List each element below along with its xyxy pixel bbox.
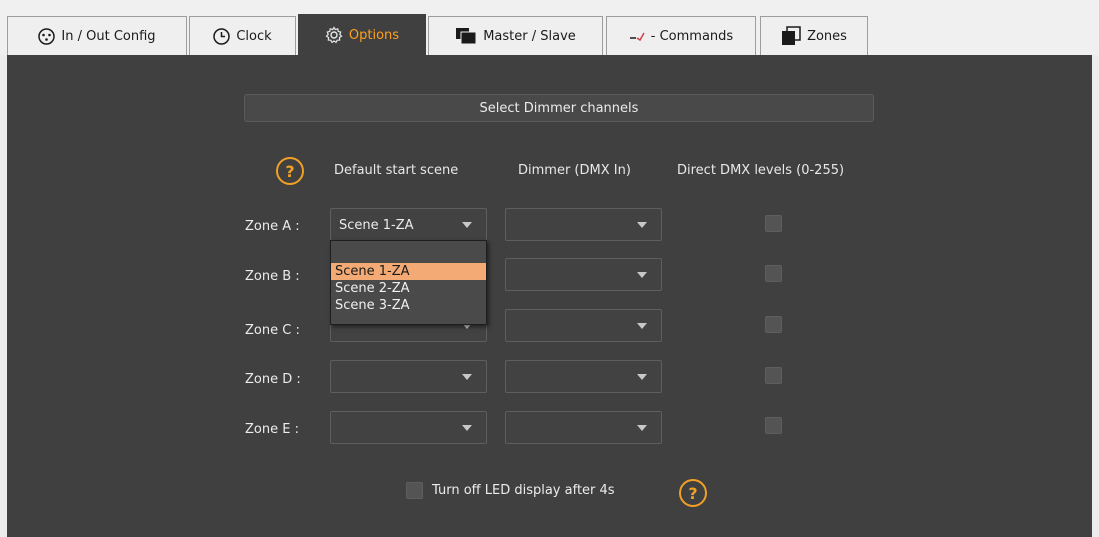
- zone-c-direct-dmx-checkbox[interactable]: [765, 316, 782, 333]
- zone-e-dimmer-select[interactable]: [505, 411, 662, 444]
- tab-clock[interactable]: Clock: [189, 16, 296, 55]
- zone-a-dimmer-select[interactable]: [505, 208, 662, 241]
- zone-e-direct-dmx-checkbox[interactable]: [765, 417, 782, 434]
- zone-c-dimmer-select[interactable]: [505, 309, 662, 342]
- zone-a-label: Zone A :: [245, 219, 300, 234]
- zones-icon: [782, 26, 801, 45]
- zone-a-start-scene-select[interactable]: Scene 1-ZA: [330, 208, 487, 241]
- dropdown-option-scene-1[interactable]: Scene 1-ZA: [331, 263, 486, 280]
- gear-icon: [325, 26, 343, 44]
- tab-in-out-config[interactable]: In / Out Config: [7, 16, 187, 55]
- tab-label: In / Out Config: [61, 28, 156, 44]
- tab-commands[interactable]: - Commands: [606, 16, 756, 55]
- chevron-down-icon: [462, 425, 472, 431]
- chevron-down-icon: [462, 222, 472, 228]
- chevron-down-icon: [637, 425, 647, 431]
- tab-options[interactable]: Options: [298, 14, 426, 55]
- chevron-down-icon: [637, 374, 647, 380]
- select-dimmer-channels-button[interactable]: Select Dimmer channels: [244, 94, 874, 122]
- chevron-down-icon: [637, 272, 647, 278]
- xlr-connector-icon: [38, 27, 56, 45]
- dropdown-option-empty[interactable]: [331, 245, 486, 262]
- scene-dropdown-list: Scene 1-ZA Scene 2-ZA Scene 3-ZA: [330, 240, 487, 325]
- turn-off-led-checkbox[interactable]: [406, 482, 423, 499]
- dropdown-option-scene-3[interactable]: Scene 3-ZA: [331, 297, 486, 314]
- zone-d-label: Zone D :: [245, 372, 301, 387]
- dropdown-option-scene-2[interactable]: Scene 2-ZA: [331, 280, 486, 297]
- chevron-down-icon: [462, 374, 472, 380]
- tab-bar: In / Out Config Clock Options Master / S…: [0, 0, 1099, 55]
- column-header-direct-dmx: Direct DMX levels (0-255): [677, 163, 845, 178]
- turn-off-led-label: Turn off LED display after 4s: [432, 483, 615, 498]
- help-icon[interactable]: ?: [679, 479, 707, 507]
- chevron-down-icon: [637, 222, 647, 228]
- zone-b-dimmer-select[interactable]: [505, 258, 662, 291]
- master-slave-icon: [456, 28, 477, 45]
- tab-label: Clock: [236, 28, 272, 44]
- chevron-down-icon: [637, 323, 647, 329]
- clock-icon: [213, 27, 231, 45]
- zone-d-dimmer-select[interactable]: [505, 360, 662, 393]
- tab-label: Master / Slave: [483, 28, 576, 44]
- tab-label: - Commands: [650, 28, 734, 44]
- tab-label: Options: [348, 27, 400, 43]
- options-panel: Select Dimmer channels ? Default start s…: [7, 55, 1092, 537]
- tab-master-slave[interactable]: Master / Slave: [428, 16, 603, 55]
- zone-e-label: Zone E :: [245, 422, 299, 437]
- tab-label: Zones: [807, 28, 847, 44]
- zone-c-label: Zone C :: [245, 323, 300, 338]
- column-header-dimmer: Dimmer (DMX In): [518, 163, 631, 178]
- column-header-default-start-scene: Default start scene: [334, 163, 459, 178]
- zone-d-direct-dmx-checkbox[interactable]: [765, 367, 782, 384]
- help-icon[interactable]: ?: [276, 157, 304, 185]
- tab-zones[interactable]: Zones: [760, 16, 868, 55]
- commands-icon: [629, 32, 645, 42]
- zone-a-direct-dmx-checkbox[interactable]: [765, 215, 782, 232]
- zone-e-start-scene-select[interactable]: [330, 411, 487, 444]
- zone-b-direct-dmx-checkbox[interactable]: [765, 265, 782, 282]
- zone-d-start-scene-select[interactable]: [330, 360, 487, 393]
- selected-value: Scene 1-ZA: [339, 218, 414, 233]
- zone-b-label: Zone B :: [245, 269, 300, 284]
